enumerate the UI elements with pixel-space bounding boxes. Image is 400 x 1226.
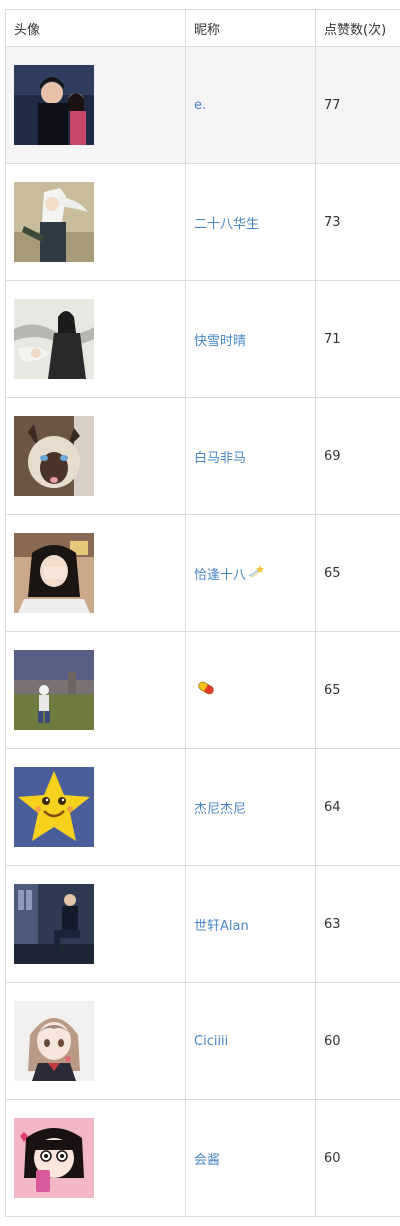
nickname-link[interactable]: e. — [194, 98, 206, 113]
nickname-link[interactable]: 快雪时晴 — [194, 330, 246, 349]
avatar-cell — [6, 398, 186, 514]
likes-cell: 77 — [316, 47, 400, 163]
table-row: Ciciiii 60 — [5, 983, 400, 1100]
nickname-cell: Ciciiii — [186, 983, 316, 1099]
avatar-cell — [6, 983, 186, 1099]
likes-count: 63 — [324, 916, 341, 932]
nickname-cell: e. — [186, 47, 316, 163]
pill-icon — [196, 681, 216, 699]
likes-count: 77 — [324, 97, 341, 113]
likes-count: 73 — [324, 214, 341, 230]
likes-cell: 65 — [316, 632, 400, 748]
figure-on-lawn-avatar[interactable] — [14, 650, 94, 730]
likes-cell: 71 — [316, 281, 400, 397]
nickname-text: 杰尼杰尼 — [194, 801, 247, 817]
table-row: 杰尼杰尼 64 — [5, 749, 400, 866]
avatar-cell — [6, 515, 186, 631]
anime-white-hair-avatar[interactable] — [14, 182, 94, 262]
header-nickname: 昵称 — [186, 10, 316, 46]
table-row: 白马非马 69 — [5, 398, 400, 515]
nickname-cell: 会酱 — [186, 1100, 316, 1216]
likes-ranking-table: 头像 昵称 点赞数(次) e. 77 二十八华生 73 快雪时晴 71 白马非马… — [5, 9, 400, 1217]
nickname-link[interactable]: 二十八华生 — [194, 213, 259, 232]
nickname-link[interactable]: 杰尼杰尼 — [194, 798, 246, 817]
likes-count: 60 — [324, 1150, 341, 1166]
table-row: 65 — [5, 632, 400, 749]
nickname-cell: 恰逢十八 — [186, 515, 316, 631]
likes-count: 60 — [324, 1033, 341, 1049]
likes-cell: 63 — [316, 866, 400, 982]
header-likes: 点赞数(次) — [324, 22, 387, 38]
likes-count: 65 — [324, 682, 341, 698]
avatar-cell — [6, 866, 186, 982]
nickname-link[interactable]: 恰逢十八 — [194, 564, 265, 583]
table-row: 世轩Alan 63 — [5, 866, 400, 983]
table-row: 会酱 60 — [5, 1100, 400, 1217]
couple-photo-avatar[interactable] — [14, 65, 94, 145]
man-on-street-avatar[interactable] — [14, 884, 94, 964]
nickname-link[interactable]: Ciciiii — [194, 1034, 228, 1049]
nickname-cell: 杰尼杰尼 — [186, 749, 316, 865]
header-avatar: 头像 — [6, 10, 186, 46]
anime-girl-avatar[interactable] — [14, 1001, 94, 1081]
likes-count: 64 — [324, 799, 341, 815]
nickname-text: 世轩Alan — [194, 918, 249, 934]
nickname-text: e. — [194, 97, 207, 113]
table-row: 二十八华生 73 — [5, 164, 400, 281]
likes-cell: 60 — [316, 1100, 400, 1216]
avatar-cell — [6, 1100, 186, 1216]
girl-selfie-avatar[interactable] — [14, 533, 94, 613]
likes-count: 65 — [324, 565, 341, 581]
likes-cell: 65 — [316, 515, 400, 631]
avatar-cell — [6, 47, 186, 163]
likes-cell: 73 — [316, 164, 400, 280]
likes-count: 71 — [324, 331, 341, 347]
nickname-text: 恰逢十八 — [194, 567, 247, 583]
yellow-star-cartoon-avatar[interactable] — [14, 767, 94, 847]
nickname-cell: 快雪时晴 — [186, 281, 316, 397]
nickname-cell: 世轩Alan — [186, 866, 316, 982]
table-row: 恰逢十八 65 — [5, 515, 400, 632]
nickname-link[interactable] — [194, 681, 216, 699]
nickname-cell: 二十八华生 — [186, 164, 316, 280]
nickname-text: 会酱 — [194, 1152, 221, 1168]
nickname-text: 二十八华生 — [194, 216, 260, 232]
table-row: e. 77 — [5, 47, 400, 164]
likes-count: 69 — [324, 448, 341, 464]
nickname-text: Ciciiii — [194, 1033, 229, 1049]
likes-cell: 69 — [316, 398, 400, 514]
avatar-cell — [6, 632, 186, 748]
avatar-cell — [6, 281, 186, 397]
nickname-text: 白马非马 — [194, 450, 247, 466]
nickname-cell: 白马非马 — [186, 398, 316, 514]
cartoon-girl-phone-avatar[interactable] — [14, 1118, 94, 1198]
nickname-link[interactable]: 白马非马 — [194, 447, 246, 466]
nickname-link[interactable]: 会酱 — [194, 1149, 220, 1168]
table-header-row: 头像 昵称 点赞数(次) — [5, 10, 400, 47]
ink-wash-swordsman-avatar[interactable] — [14, 299, 94, 379]
nickname-cell — [186, 632, 316, 748]
shooting-star-icon — [248, 564, 265, 582]
siamese-cat-avatar[interactable] — [14, 416, 94, 496]
avatar-cell — [6, 164, 186, 280]
likes-cell: 64 — [316, 749, 400, 865]
nickname-link[interactable]: 世轩Alan — [194, 915, 249, 934]
avatar-cell — [6, 749, 186, 865]
nickname-text: 快雪时晴 — [194, 333, 247, 349]
table-row: 快雪时晴 71 — [5, 281, 400, 398]
likes-cell: 60 — [316, 983, 400, 1099]
